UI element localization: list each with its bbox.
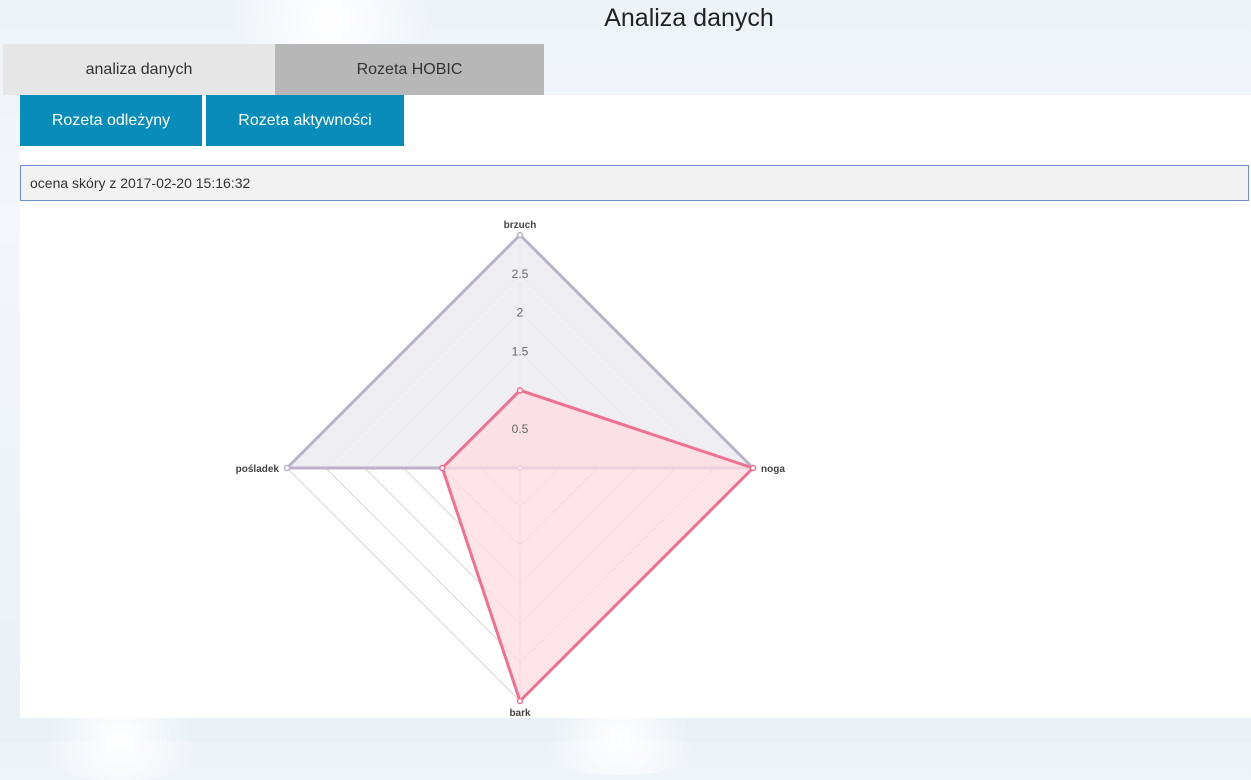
radar-data-point [516,697,524,705]
tab-bar: analiza danych Rozeta HOBIC [3,44,544,95]
radar-data-point [516,387,524,394]
radar-data-point [439,464,446,472]
tab-analiza-danych[interactable]: analiza danych [3,44,275,95]
radar-axis-label: brzuch [504,220,537,231]
radar-axis-label: noga [761,464,785,475]
page-title: Analiza danych [604,4,774,32]
radar-tick-label: 0.5 [512,422,529,436]
content-panel: Rozeta odleżyny Rozeta aktywności ocena … [20,95,1251,718]
radar-axis-label: bark [509,708,531,718]
radar-data-point [749,464,757,472]
radar-tick-label: 2 [517,306,524,320]
radar-tick-label: 1.5 [512,345,529,359]
radar-axis-label: pośladek [236,464,280,475]
tab-rozeta-hobic[interactable]: Rozeta HOBIC [275,44,544,95]
radar-data-point [283,464,291,472]
radar-data-point [516,231,524,239]
radar-chart: 0.5 1.5 2 2.5 brzuch noga bark pośladek [236,220,786,718]
radar-tick-label: 2.5 [512,267,529,281]
